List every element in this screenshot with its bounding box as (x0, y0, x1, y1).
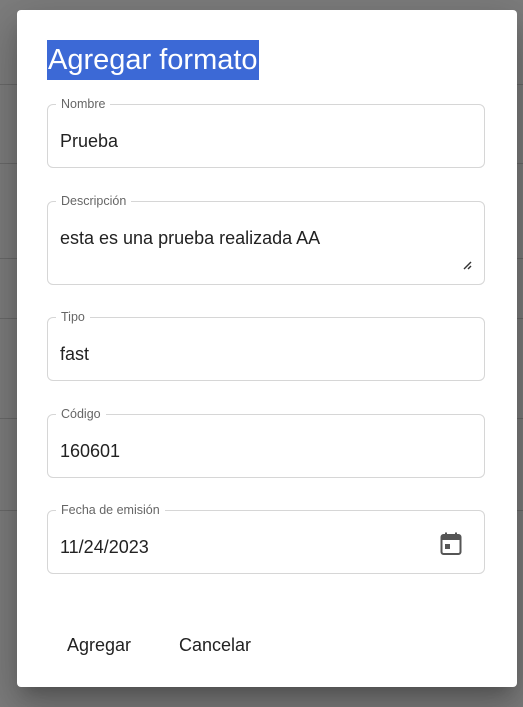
dialog-title: Agregar formato (47, 40, 259, 80)
background-divider (517, 163, 523, 164)
background-divider (517, 418, 523, 419)
nombre-field[interactable]: Nombre Prueba (47, 97, 485, 168)
codigo-label: Código (56, 407, 106, 421)
background-divider (517, 84, 523, 85)
fecha-emision-input[interactable]: 11/24/2023 (60, 537, 149, 558)
background-divider (0, 418, 17, 419)
resize-handle-icon[interactable] (462, 260, 472, 270)
cancelar-button[interactable]: Cancelar (163, 625, 267, 665)
nombre-label: Nombre (56, 97, 111, 111)
fecha-emision-label: Fecha de emisión (56, 503, 165, 517)
calendar-icon[interactable] (440, 532, 462, 556)
nombre-input[interactable]: Prueba (60, 131, 118, 152)
codigo-field[interactable]: Código 160601 (47, 407, 485, 478)
background-divider (517, 258, 523, 259)
add-format-dialog: Agregar formato Nombre Prueba Descripció… (17, 10, 517, 687)
descripcion-textarea[interactable]: esta es una prueba realizada AA (60, 228, 320, 249)
fecha-emision-field[interactable]: Fecha de emisión 11/24/2023 (47, 503, 485, 574)
background-divider (517, 318, 523, 319)
tipo-field[interactable]: Tipo fast (47, 310, 485, 381)
background-divider (0, 318, 17, 319)
tipo-label: Tipo (56, 310, 90, 324)
descripcion-label: Descripción (56, 194, 132, 208)
background-divider (0, 258, 17, 259)
tipo-input[interactable]: fast (60, 344, 89, 365)
background-divider (0, 163, 17, 164)
background-divider (0, 84, 17, 85)
codigo-input[interactable]: 160601 (60, 441, 120, 462)
agregar-button[interactable]: Agregar (51, 625, 147, 665)
descripcion-field[interactable]: Descripción esta es una prueba realizada… (47, 194, 485, 285)
